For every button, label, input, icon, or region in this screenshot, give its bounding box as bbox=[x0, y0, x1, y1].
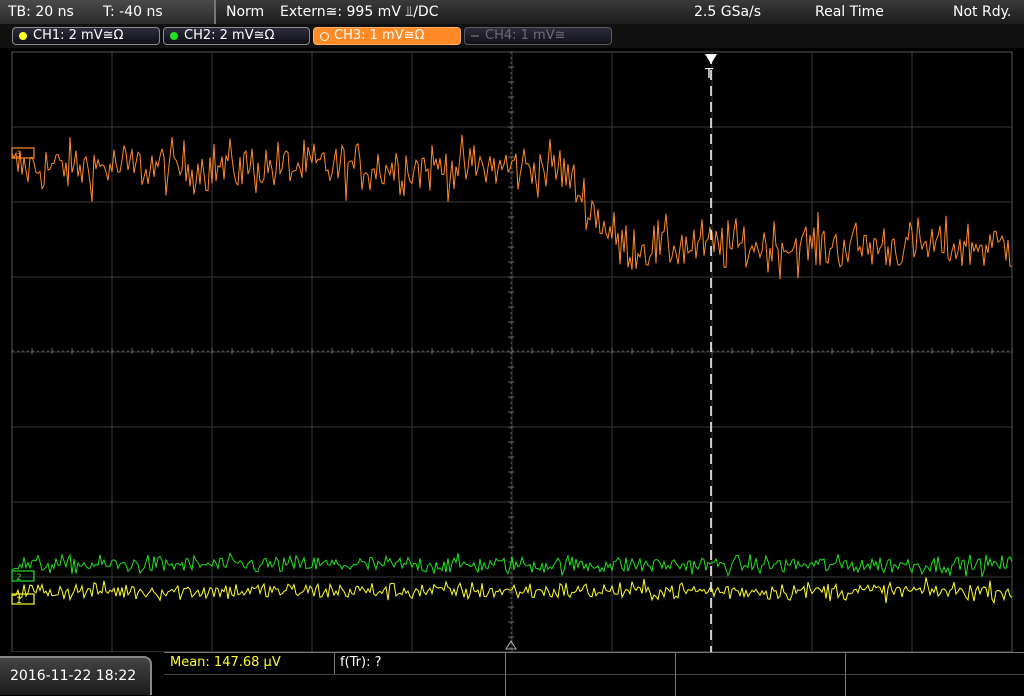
tab-ch4[interactable]: CH4: 1 mV≅ bbox=[464, 27, 612, 45]
acquisition-mode: Real Time bbox=[815, 4, 884, 20]
ch3-ground-marker[interactable]: 3 bbox=[11, 147, 35, 160]
status-bar: TB: 20 ns T: -40 ns Norm Extern≅: 995 mV… bbox=[0, 0, 1024, 24]
sample-rate: 2.5 GSa/s bbox=[694, 4, 762, 20]
ch2-marker-label: 2 bbox=[16, 573, 22, 583]
trigger-position-readout: T: -40 ns bbox=[103, 4, 163, 20]
date-time-display: 2016-11-22 18:22 bbox=[0, 656, 152, 695]
measurement-cell-3[interactable] bbox=[506, 653, 676, 674]
trigger-label: T bbox=[704, 67, 713, 82]
channel-bar: CH1: 2 mV≅Ω CH2: 2 mV≅Ω CH3: 1 mV≅Ω CH4:… bbox=[0, 24, 1024, 48]
waveform-display[interactable]: 3 2 1 T bbox=[0, 48, 1024, 652]
ch1-marker-label: 1 bbox=[16, 596, 22, 606]
measurement-cell-5[interactable] bbox=[846, 653, 1024, 674]
acquisition-state: Not Rdy. bbox=[953, 4, 1012, 20]
ch1-label: CH1: 2 mV≅Ω bbox=[33, 28, 124, 43]
tab-ch2[interactable]: CH2: 2 mV≅Ω bbox=[163, 27, 310, 45]
trigger-arrow-icon bbox=[705, 54, 717, 64]
ch2-indicator-icon bbox=[170, 32, 178, 40]
trigger-source: Extern≅: 995 mV ⫫/DC bbox=[280, 4, 439, 20]
ch3-indicator-icon bbox=[320, 32, 329, 41]
timebase-panel[interactable]: TB: 20 ns T: -40 ns bbox=[0, 0, 216, 24]
datetime: 2016-11-22 18:22 bbox=[10, 668, 137, 684]
tab-ch3[interactable]: CH3: 1 mV≅Ω bbox=[313, 27, 461, 45]
ch1-indicator-icon bbox=[19, 32, 27, 40]
trigger-marker[interactable]: T bbox=[704, 54, 717, 652]
timebase-readout: TB: 20 ns bbox=[8, 4, 74, 20]
tab-ch1[interactable]: CH1: 2 mV≅Ω bbox=[12, 27, 160, 45]
ch3-marker-label: 3 bbox=[16, 150, 22, 160]
ch1-ground-marker[interactable]: 1 bbox=[11, 593, 35, 606]
measurement-cell-1[interactable]: Mean: 147.68 µV bbox=[164, 653, 506, 674]
ch2-label: CH2: 2 mV≅Ω bbox=[184, 28, 275, 43]
measurement-frequency: f(Tr): ? bbox=[340, 655, 382, 670]
measurement-panel: Mean: 147.68 µV f(Tr): ? bbox=[164, 652, 1024, 696]
ch4-off-icon bbox=[471, 35, 479, 37]
trigger-mode: Norm bbox=[226, 4, 265, 20]
measurement-cell-4[interactable] bbox=[676, 653, 846, 674]
ch4-label: CH4: 1 mV≅ bbox=[485, 28, 566, 43]
measurement-mean: Mean: 147.68 µV bbox=[170, 655, 281, 670]
ch3-label: CH3: 1 mV≅Ω bbox=[334, 28, 425, 43]
